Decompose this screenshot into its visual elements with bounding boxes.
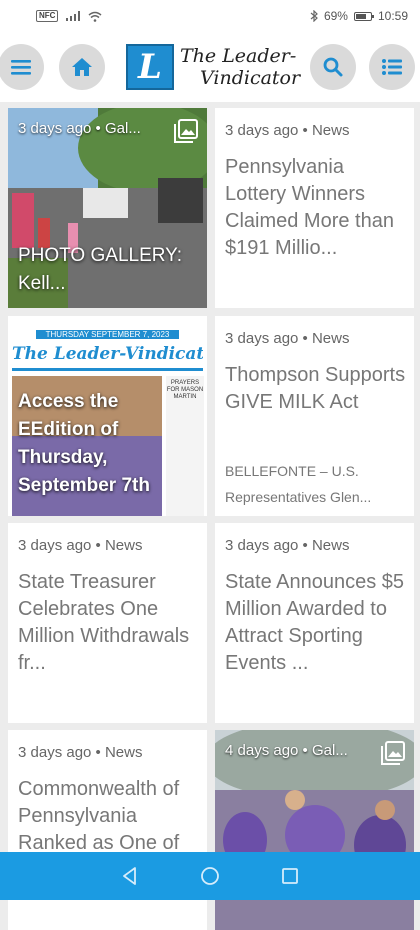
article-meta: 4 days ago • Gal...	[225, 742, 348, 759]
list-icon	[382, 59, 402, 75]
app-header: L The Leader- Vindicator	[0, 32, 420, 102]
status-right: 69% 10:59	[310, 9, 408, 23]
article-title: Commonwealth of Pennsylvania Ranked as O…	[18, 778, 180, 854]
battery-icon	[353, 11, 374, 21]
battery-percent: 69%	[323, 9, 348, 23]
article-card[interactable]: 4 days ago • Gal...	[215, 730, 414, 930]
article-card[interactable]: 3 days ago • News State Announces $5 Mil…	[215, 523, 414, 723]
menu-icon	[11, 60, 31, 75]
logo-mark: L	[126, 44, 174, 90]
article-title: State Announces $5 Million Awarded to At…	[225, 571, 405, 674]
list-button[interactable]	[369, 44, 415, 90]
article-meta: 3 days ago • News	[225, 537, 350, 554]
search-icon	[323, 57, 343, 77]
article-meta: 3 days ago • Gal...	[18, 120, 141, 137]
gallery-icon	[381, 741, 405, 765]
article-card[interactable]: 3 days ago • News State Treasurer Celebr…	[8, 523, 207, 723]
back-icon[interactable]	[119, 865, 141, 887]
signal-icon	[66, 11, 81, 21]
logo-wordmark: The Leader- Vindicator	[180, 45, 300, 89]
recents-icon[interactable]	[279, 865, 301, 887]
article-title: Thompson Supports GIVE MILK Act	[225, 364, 406, 413]
article-meta: 3 days ago • News	[225, 122, 350, 139]
paper-masthead: The Leader-Vindicator	[12, 344, 203, 364]
article-meta: 3 days ago • News	[225, 330, 350, 347]
article-meta: 3 days ago • News	[18, 744, 143, 761]
eedition-card[interactable]: THURSDAY SEPTEMBER 7, 2023 The Leader-Vi…	[8, 316, 207, 516]
article-card[interactable]: 3 days ago • Gal... PHOTO GALLERY: Kell.…	[8, 108, 207, 308]
clock: 10:59	[377, 9, 408, 23]
logo-line-1: The Leader-	[180, 45, 297, 67]
logo-line-2: Vindicator	[200, 67, 301, 89]
status-bar: NFC 69% 10:59	[0, 0, 420, 32]
article-title: State Treasurer Celebrates One Million W…	[18, 571, 190, 674]
wifi-icon	[88, 11, 102, 22]
nfc-icon: NFC	[36, 10, 59, 22]
article-title: Pennsylvania Lottery Winners Claimed Mor…	[225, 156, 394, 259]
article-excerpt: BELLEFONTE – U.S. Representatives Glen..…	[225, 463, 372, 505]
article-card[interactable]: 3 days ago • News Pennsylvania Lottery W…	[215, 108, 414, 308]
article-title: Access the EEdition of Thursday, Septemb…	[18, 391, 150, 496]
publication-logo[interactable]: L The Leader- Vindicator	[126, 44, 300, 90]
article-card[interactable]: 3 days ago • News Commonwealth of Pennsy…	[8, 730, 207, 930]
home-button[interactable]	[59, 44, 105, 90]
gallery-icon	[174, 119, 198, 143]
article-meta: 3 days ago • News	[18, 537, 143, 554]
home-circle-icon[interactable]	[199, 865, 221, 887]
article-card[interactable]: 3 days ago • News Thompson Supports GIVE…	[215, 316, 414, 516]
bluetooth-icon	[310, 10, 318, 22]
paper-date: THURSDAY SEPTEMBER 7, 2023	[35, 330, 180, 339]
status-left: NFC	[36, 10, 102, 22]
home-icon	[72, 58, 92, 76]
article-title: PHOTO GALLERY: Kell...	[18, 245, 183, 294]
menu-button[interactable]	[0, 44, 44, 90]
system-nav-bar	[0, 852, 420, 900]
search-button[interactable]	[310, 44, 356, 90]
